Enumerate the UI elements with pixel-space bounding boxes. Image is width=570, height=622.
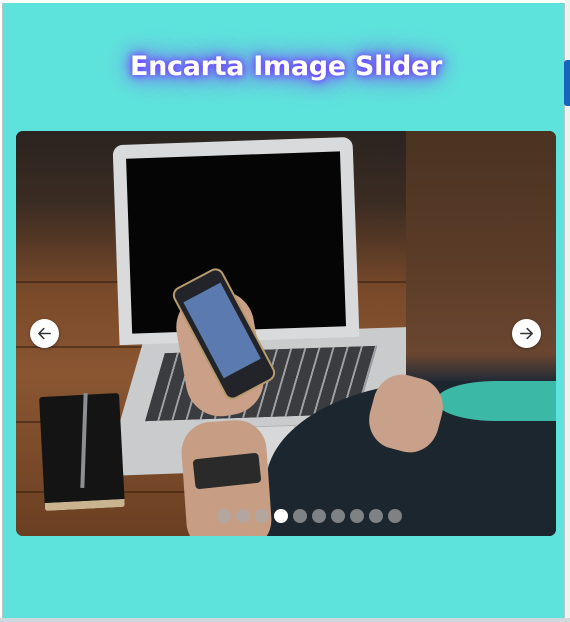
previous-slide-button[interactable] xyxy=(30,319,59,348)
slide-dot-9[interactable] xyxy=(368,509,383,523)
page-title: Encarta Image Slider xyxy=(129,51,443,82)
slide-dot-8[interactable] xyxy=(349,509,364,523)
slide-dot-2[interactable] xyxy=(235,509,250,523)
app-window: Encarta Image Slider xyxy=(0,0,570,622)
image-slider[interactable] xyxy=(16,131,556,536)
arrow-left-icon xyxy=(38,327,51,340)
next-slide-button[interactable] xyxy=(512,319,541,348)
slide-image xyxy=(16,131,556,536)
arrow-right-icon xyxy=(520,327,533,340)
slide-dot-1[interactable] xyxy=(216,509,231,523)
taskbar-strip xyxy=(0,618,570,622)
slide-dot-4[interactable] xyxy=(273,509,288,523)
slider-panel: Encarta Image Slider xyxy=(2,3,565,618)
slide-dot-3[interactable] xyxy=(254,509,269,523)
side-scroll-tab[interactable] xyxy=(564,60,570,106)
slide-indicators xyxy=(16,509,556,523)
slide-dot-7[interactable] xyxy=(330,509,345,523)
slide-dot-10[interactable] xyxy=(387,509,402,523)
slide-dot-5[interactable] xyxy=(292,509,307,523)
slide-dot-6[interactable] xyxy=(311,509,326,523)
person-collar xyxy=(436,381,556,421)
